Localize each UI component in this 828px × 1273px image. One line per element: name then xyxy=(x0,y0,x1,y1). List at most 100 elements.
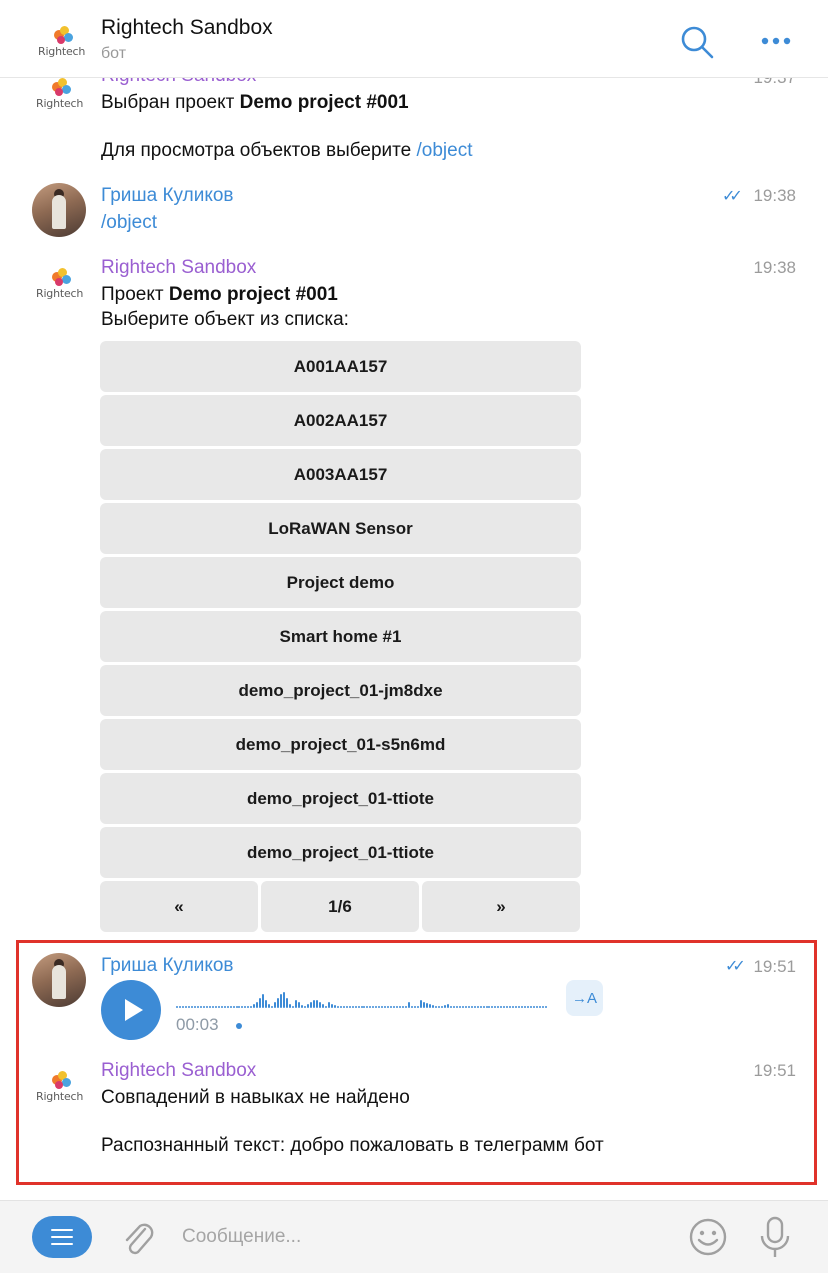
waveform-bar xyxy=(533,1006,536,1008)
double-check-icon: ✓✓ xyxy=(722,188,743,205)
waveform-bar xyxy=(321,1004,324,1008)
waveform-bar xyxy=(238,1006,241,1008)
keyboard-button[interactable]: demo_project_01-ttiote xyxy=(100,827,581,878)
waveform-bar xyxy=(336,1006,339,1008)
waveform-bar xyxy=(518,1006,521,1008)
keyboard-button[interactable]: demo_project_01-s5n6md xyxy=(100,719,581,770)
object-command-link[interactable]: /object xyxy=(417,140,473,161)
waveform-bar xyxy=(184,1006,187,1008)
waveform-bar xyxy=(271,1006,274,1008)
user-avatar[interactable] xyxy=(32,183,86,237)
chat-subtitle: бот xyxy=(101,45,127,62)
sender-name[interactable]: Гриша Куликов xyxy=(101,955,234,977)
waveform-bar xyxy=(256,1002,259,1008)
logo-text: Rightech xyxy=(38,45,86,58)
user-avatar[interactable] xyxy=(32,953,86,1007)
object-command-link[interactable]: /object xyxy=(101,212,157,234)
bot-avatar[interactable]: Rightech xyxy=(36,76,83,116)
rightech-logo: Rightech xyxy=(36,76,83,116)
waveform-bar xyxy=(402,1006,405,1008)
waveform-bar xyxy=(262,994,265,1008)
message-text-line: Для просмотра объектов выберите /object xyxy=(101,140,473,161)
waveform-bar xyxy=(399,1006,402,1008)
keyboard-button[interactable]: A002AA157 xyxy=(100,395,581,446)
chat-title[interactable]: Rightech Sandbox xyxy=(101,16,273,40)
waveform-bar xyxy=(351,1006,354,1008)
waveform-bar xyxy=(396,1006,399,1008)
waveform-bar xyxy=(455,1006,458,1008)
sender-name[interactable]: Rightech Sandbox xyxy=(101,1060,256,1082)
keyboard-button[interactable]: demo_project_01-jm8dxe xyxy=(100,665,581,716)
keyboard-button[interactable]: A001AA157 xyxy=(100,341,581,392)
waveform-bar xyxy=(196,1006,199,1008)
waveform-bar xyxy=(411,1006,414,1008)
waveform-bar xyxy=(458,1006,461,1008)
keyboard-button[interactable]: A003AA157 xyxy=(100,449,581,500)
waveform-bar xyxy=(414,1006,417,1008)
voice-waveform[interactable] xyxy=(176,986,548,1008)
waveform-bar xyxy=(464,1006,467,1008)
waveform-bar xyxy=(280,994,283,1008)
chat-header: Rightech Rightech Sandbox бот xyxy=(0,0,828,78)
transcribe-button[interactable]: →A xyxy=(566,980,603,1016)
next-page-button[interactable]: » xyxy=(422,881,580,932)
more-icon[interactable] xyxy=(760,36,792,46)
bot-menu-button[interactable] xyxy=(32,1216,92,1258)
waveform-bar xyxy=(375,1006,378,1008)
keyboard-button[interactable]: Smart home #1 xyxy=(100,611,581,662)
keyboard-button[interactable]: LoRaWAN Sensor xyxy=(100,503,581,554)
waveform-bar xyxy=(503,1006,506,1008)
waveform-bar xyxy=(393,1006,396,1008)
waveform-bar xyxy=(330,1004,333,1008)
waveform-bar xyxy=(324,1006,327,1008)
search-icon[interactable] xyxy=(680,25,714,59)
waveform-bar xyxy=(390,1006,393,1008)
chat-avatar[interactable]: Rightech xyxy=(38,24,86,64)
waveform-bar xyxy=(357,1006,360,1008)
waveform-bar xyxy=(339,1006,342,1008)
waveform-bar xyxy=(423,1002,425,1008)
waveform-bar xyxy=(226,1006,229,1008)
logo-text: Rightech xyxy=(36,287,84,300)
waveform-bar xyxy=(542,1006,545,1008)
emoji-icon[interactable] xyxy=(688,1217,728,1257)
waveform-bar xyxy=(485,1006,488,1008)
waveform-bar xyxy=(482,1006,485,1008)
waveform-bar xyxy=(333,1005,336,1008)
waveform-bar xyxy=(417,1006,420,1008)
waveform-bar xyxy=(298,1002,301,1008)
prev-page-button[interactable]: « xyxy=(100,881,258,932)
waveform-bar xyxy=(440,1006,443,1008)
waveform-bar xyxy=(223,1006,226,1008)
waveform-bar xyxy=(190,1006,193,1008)
waveform-bar xyxy=(292,1006,295,1008)
page-indicator-button[interactable]: 1/6 xyxy=(261,881,419,932)
unread-dot-icon xyxy=(236,1023,242,1029)
message-input[interactable] xyxy=(172,1215,652,1259)
bot-avatar[interactable]: Rightech xyxy=(36,1069,84,1109)
sender-name[interactable]: Гриша Куликов xyxy=(101,185,234,207)
waveform-bar xyxy=(235,1006,238,1008)
waveform-bar xyxy=(300,1005,303,1008)
waveform-bar xyxy=(437,1006,440,1008)
bot-avatar[interactable]: Rightech xyxy=(36,266,84,306)
waveform-bar xyxy=(306,1004,309,1008)
waveform-bar xyxy=(312,1000,315,1008)
message-text-line: Совпадений в навыках не найдено xyxy=(101,1087,410,1108)
waveform-bar xyxy=(431,1005,434,1008)
keyboard-button[interactable]: Project demo xyxy=(100,557,581,608)
waveform-bar xyxy=(506,1006,509,1008)
waveform-bar xyxy=(479,1006,482,1008)
message-time: 19:38 xyxy=(753,258,796,277)
logo-text: Rightech xyxy=(36,1090,84,1103)
paperclip-icon[interactable] xyxy=(120,1219,156,1259)
waveform-bar xyxy=(488,1006,491,1008)
play-voice-button[interactable] xyxy=(101,980,161,1040)
keyboard-button[interactable]: demo_project_01-ttiote xyxy=(100,773,581,824)
waveform-bar xyxy=(274,1002,277,1008)
microphone-icon[interactable] xyxy=(757,1215,793,1259)
waveform-bar xyxy=(250,1006,253,1008)
sender-name[interactable]: Rightech Sandbox xyxy=(101,257,256,279)
waveform-bar xyxy=(536,1006,539,1008)
waveform-bar xyxy=(354,1006,357,1008)
